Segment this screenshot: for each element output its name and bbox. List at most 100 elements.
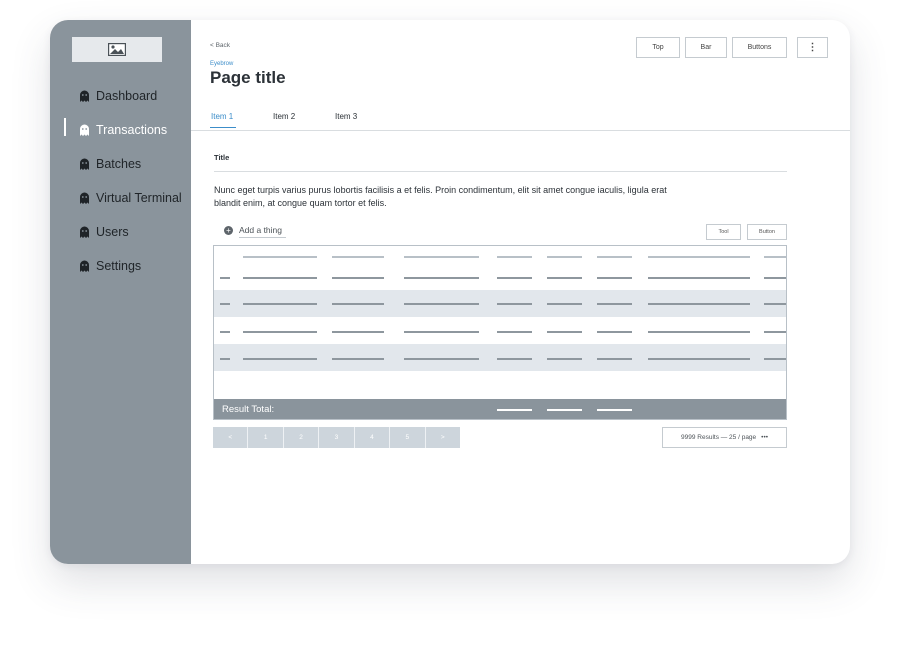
buttons-button[interactable]: Buttons — [732, 37, 787, 58]
data-table: Result Total: — [213, 245, 787, 420]
active-tab-indicator — [210, 127, 236, 128]
tab-item-3[interactable]: Item 3 — [335, 112, 357, 121]
sidebar-item-users[interactable]: Users — [50, 217, 191, 247]
cell-placeholder — [547, 331, 582, 333]
cell-placeholder — [648, 358, 750, 360]
cell-placeholder — [764, 331, 786, 333]
cell-placeholder — [243, 331, 317, 333]
cell-placeholder — [332, 277, 384, 279]
cell-placeholder — [648, 277, 750, 279]
tab-item-2[interactable]: Item 2 — [273, 112, 295, 121]
cell-placeholder — [404, 331, 479, 333]
eyebrow: Eyebrow — [210, 61, 234, 67]
cell-placeholder — [648, 331, 750, 333]
column-header-placeholder — [764, 256, 786, 258]
top-button[interactable]: Top — [636, 37, 680, 58]
table-row[interactable] — [214, 290, 786, 317]
app-window: Dashboard Transactions Batches Virtual T… — [50, 20, 850, 564]
image-icon — [108, 43, 126, 56]
cell-placeholder — [764, 303, 786, 305]
more-dots-icon: ••• — [761, 434, 768, 441]
cell-placeholder — [648, 303, 750, 305]
bar-button[interactable]: Bar — [685, 37, 727, 58]
sidebar-item-label: Settings — [96, 259, 142, 273]
cell-placeholder — [597, 331, 632, 333]
section-divider — [214, 171, 787, 172]
sidebar: Dashboard Transactions Batches Virtual T… — [50, 20, 191, 564]
cell-placeholder — [547, 303, 582, 305]
active-indicator — [64, 118, 66, 136]
column-header-placeholder — [243, 256, 317, 258]
cell-placeholder — [220, 303, 230, 305]
cell-placeholder — [764, 277, 786, 279]
sidebar-item-dashboard[interactable]: Dashboard — [50, 81, 191, 111]
ghost-icon — [80, 124, 89, 136]
cell-placeholder — [497, 277, 532, 279]
pagination-page-2[interactable]: 2 — [284, 427, 320, 448]
cell-placeholder — [332, 358, 384, 360]
column-header-placeholder — [597, 256, 632, 258]
pagination-next-button[interactable]: > — [426, 427, 460, 448]
sidebar-item-settings[interactable]: Settings — [50, 251, 191, 281]
sidebar-item-virtual-terminal[interactable]: Virtual Terminal — [50, 183, 191, 213]
pagination-page-3[interactable]: 3 — [319, 427, 355, 448]
sidebar-item-label: Transactions — [96, 123, 168, 137]
sidebar-item-label: Virtual Terminal — [96, 191, 182, 205]
add-thing-link[interactable]: + Add a thing — [224, 225, 282, 235]
cell-placeholder — [497, 358, 532, 360]
column-header-placeholder — [497, 256, 532, 258]
logo-placeholder — [72, 37, 162, 62]
column-header-placeholder — [332, 256, 384, 258]
tabs-divider — [191, 130, 850, 131]
cell-placeholder — [497, 303, 532, 305]
ghost-icon — [80, 226, 89, 238]
cell-placeholder — [497, 331, 532, 333]
column-header-placeholder — [648, 256, 750, 258]
more-options-button[interactable]: ⋮ — [797, 37, 828, 58]
pagination: < 1 2 3 4 5 > — [213, 427, 460, 448]
cell-placeholder — [404, 277, 479, 279]
cell-placeholder — [243, 277, 317, 279]
cell-placeholder — [547, 277, 582, 279]
cell-placeholder — [547, 358, 582, 360]
table-row[interactable] — [214, 344, 786, 371]
table-row[interactable] — [214, 263, 786, 290]
plus-circle-icon: + — [224, 225, 233, 235]
cell-placeholder — [404, 303, 479, 305]
main-content: < Back Eyebrow Page title Top Bar Button… — [191, 20, 850, 564]
cell-placeholder — [332, 331, 384, 333]
tab-item-1[interactable]: Item 1 — [211, 112, 233, 121]
table-total-row: Result Total: — [214, 399, 786, 419]
cell-placeholder — [220, 277, 230, 279]
button-button[interactable]: Button — [747, 224, 787, 240]
pagination-page-5[interactable]: 5 — [390, 427, 426, 448]
body-text: Nunc eget turpis varius purus lobortis f… — [214, 185, 667, 208]
cell-placeholder — [243, 303, 317, 305]
pagination-page-4[interactable]: 4 — [355, 427, 391, 448]
column-header-placeholder — [547, 256, 582, 258]
tool-button[interactable]: Tool — [706, 224, 741, 240]
result-total-label: Result Total: — [222, 404, 275, 415]
cell-placeholder — [220, 358, 230, 360]
add-thing-label: Add a thing — [239, 225, 283, 235]
cell-placeholder — [597, 358, 632, 360]
pagination-page-1[interactable]: 1 — [248, 427, 284, 448]
sidebar-item-label: Dashboard — [96, 89, 158, 103]
cell-placeholder — [220, 331, 230, 333]
back-link[interactable]: < Back — [210, 42, 230, 49]
results-per-page-select[interactable]: 9999 Results — 25 / page ••• — [662, 427, 787, 448]
ghost-icon — [80, 158, 89, 170]
ghost-icon — [80, 192, 89, 204]
page-title: Page title — [210, 68, 286, 87]
sidebar-item-label: Users — [96, 225, 129, 239]
sidebar-item-batches[interactable]: Batches — [50, 149, 191, 179]
add-thing-underline — [239, 237, 286, 238]
cell-placeholder — [764, 358, 786, 360]
pagination-prev-button[interactable]: < — [213, 427, 249, 448]
total-value-placeholder — [547, 409, 582, 411]
sidebar-item-label: Batches — [96, 157, 142, 171]
sidebar-item-transactions[interactable]: Transactions — [50, 115, 191, 145]
cell-placeholder — [404, 358, 479, 360]
table-row[interactable] — [214, 317, 786, 344]
cell-placeholder — [332, 303, 384, 305]
